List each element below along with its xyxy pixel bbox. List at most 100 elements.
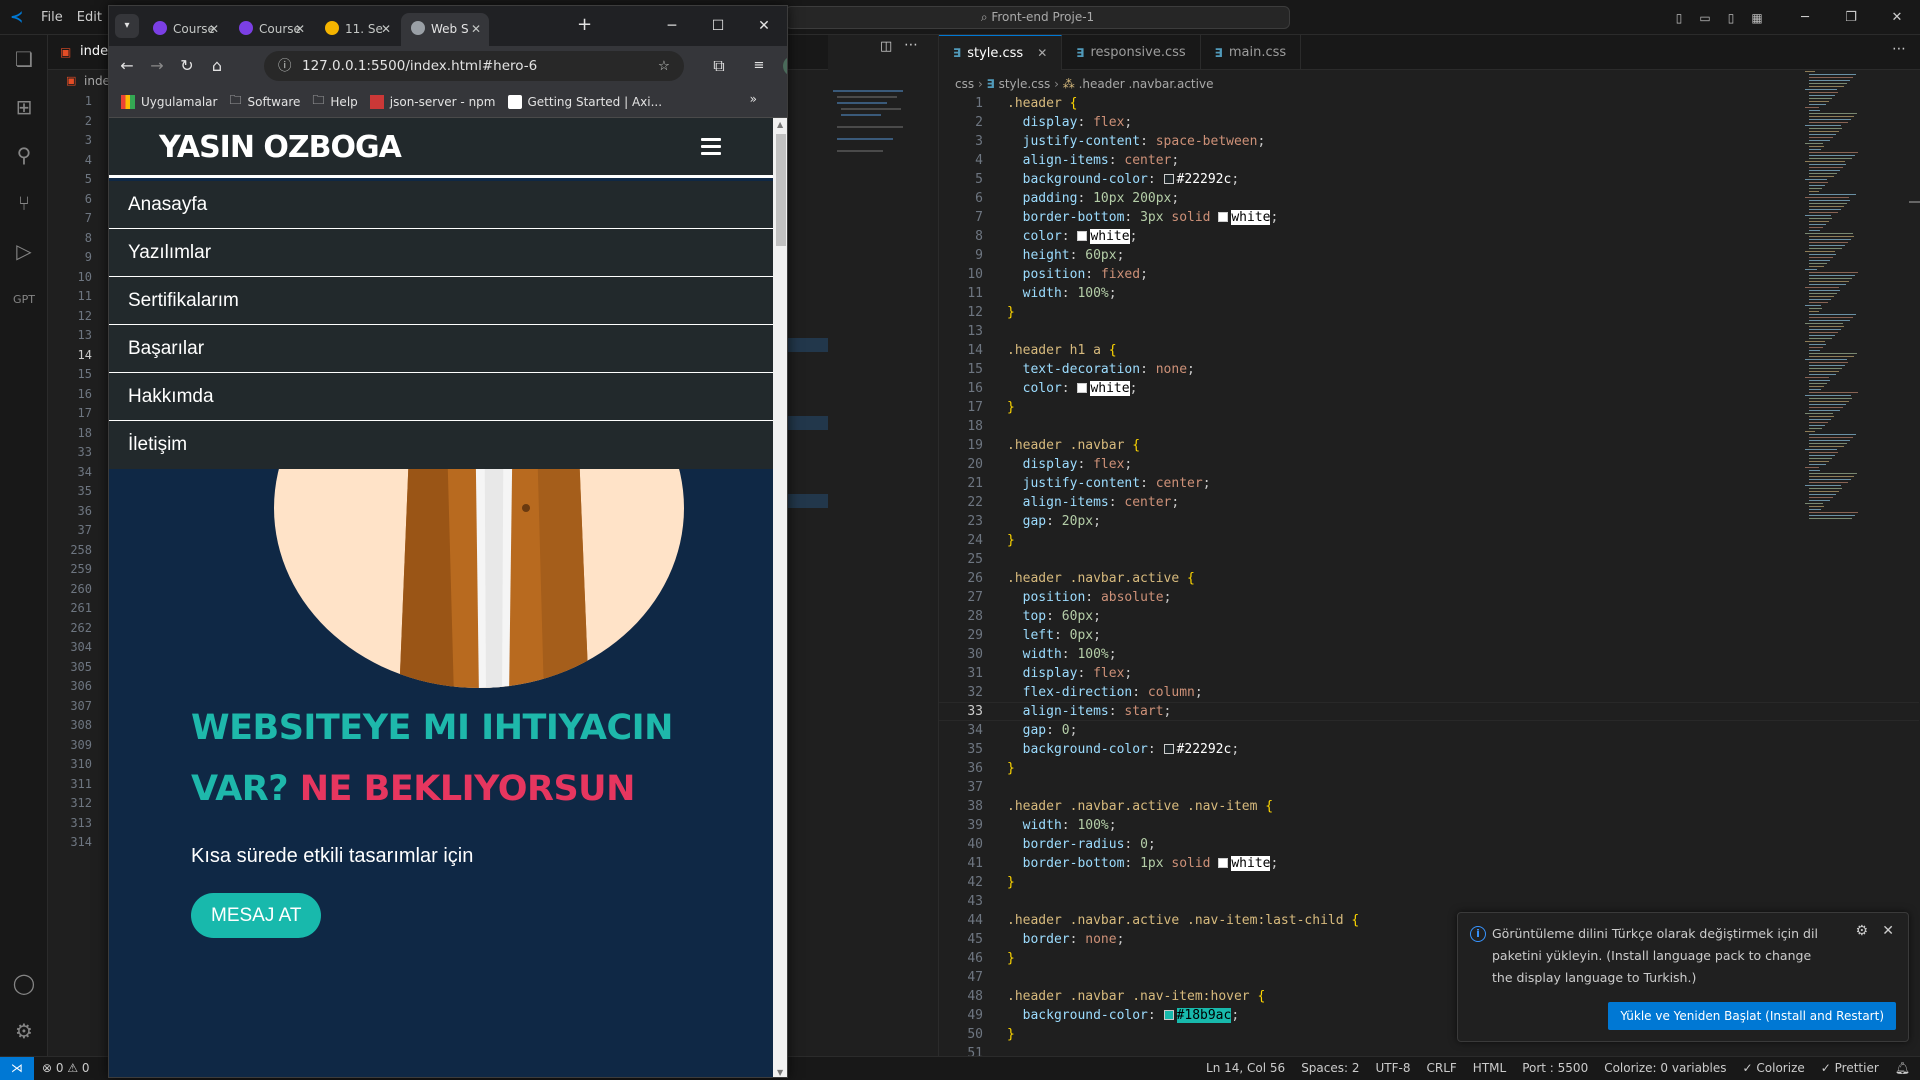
code-line[interactable]: 1 .header { [939, 94, 1919, 113]
status-item[interactable]: UTF-8 [1376, 1057, 1411, 1080]
browser-maximize-icon[interactable]: ☐ [695, 6, 741, 46]
color-swatch[interactable] [1077, 231, 1088, 241]
code-line[interactable]: 4 align-items: center; [939, 151, 1919, 170]
toggle-panel-icon[interactable]: ▭ [1692, 11, 1718, 25]
code-line[interactable]: 20 display: flex; [939, 455, 1919, 474]
notification-close-icon[interactable]: ✕ [1882, 923, 1894, 939]
browser-tab[interactable]: Course ✕ [229, 13, 313, 46]
profile-avatar[interactable] [783, 56, 787, 76]
status-item[interactable]: HTML [1473, 1057, 1506, 1080]
code-line[interactable]: 29 left: 0px; [939, 626, 1919, 645]
code-line[interactable]: 35 background-color: #22292c; [939, 740, 1919, 759]
nav-item-iletisim[interactable]: İletişim [109, 421, 773, 469]
status-item[interactable]: Ln 14, Col 56 [1206, 1057, 1285, 1080]
bookmark-software[interactable]: 🗀 Software [229, 91, 300, 112]
code-line[interactable]: 2 display: flex; [939, 113, 1919, 132]
code-line[interactable]: 32 flex-direction: column; [939, 683, 1919, 702]
page-scrollbar[interactable]: ▲ ▼ [773, 118, 787, 1077]
settings-gear-icon[interactable]: ⚙ [0, 1007, 48, 1055]
close-tab-icon[interactable]: ✕ [209, 13, 219, 46]
close-tab-icon[interactable]: ✕ [471, 13, 481, 46]
menu-file[interactable]: File [34, 0, 70, 35]
toggle-secondary-sidebar-icon[interactable]: ▯ [1718, 11, 1744, 25]
media-control-icon[interactable]: ≡ [745, 46, 773, 86]
bookmark-json-server[interactable]: json-server - npm [369, 94, 496, 109]
code-line[interactable]: 30 width: 100%; [939, 645, 1919, 664]
back-icon[interactable]: ← [113, 46, 141, 86]
close-tab-icon[interactable]: ✕ [295, 13, 305, 46]
code-line[interactable]: 34 gap: 0; [939, 721, 1919, 740]
more-bookmarks-icon[interactable]: » [750, 92, 757, 106]
breadcrumb-file[interactable]: style.css [999, 77, 1051, 91]
extensions-puzzle-icon[interactable]: ⧉ [705, 46, 733, 86]
code-line[interactable]: 19 .header .navbar { [939, 436, 1919, 455]
status-item[interactable]: Spaces: 2 [1301, 1057, 1359, 1080]
address-bar[interactable]: ⓘ 127.0.0.1:5500/index.html#hero-6 ☆ [264, 51, 684, 81]
close-icon[interactable]: ✕ [1874, 0, 1920, 35]
code-line[interactable]: 41 border-bottom: 1px solid white; [939, 854, 1919, 873]
account-icon[interactable]: ◯ [0, 959, 48, 1007]
explorer-icon[interactable]: ❏ [0, 35, 48, 83]
code-line[interactable]: 23 gap: 20px; [939, 512, 1919, 531]
problems-count[interactable]: ⊗ 0 ⚠ 0 [42, 1057, 90, 1080]
reload-icon[interactable]: ↻ [173, 46, 201, 86]
code-line[interactable]: 25 [939, 550, 1919, 569]
editor-more-icon[interactable]: ⋯ [1892, 41, 1906, 57]
breadcrumb-symbol[interactable]: .header .navbar.active [1079, 77, 1214, 91]
close-tab-icon[interactable]: ✕ [1037, 46, 1047, 60]
color-swatch[interactable] [1163, 744, 1174, 754]
color-swatch[interactable] [1077, 383, 1088, 393]
code-line[interactable]: 42} [939, 873, 1919, 892]
code-line[interactable]: 36} [939, 759, 1919, 778]
browser-close-icon[interactable]: ✕ [741, 6, 787, 46]
restore-icon[interactable]: ❐ [1828, 0, 1874, 35]
color-swatch[interactable] [1163, 174, 1174, 184]
status-item[interactable]: ✓ Colorize [1743, 1057, 1805, 1080]
code-line[interactable]: 6 padding: 10px 200px; [939, 189, 1919, 208]
code-line[interactable]: 28 top: 60px; [939, 607, 1919, 626]
code-line[interactable]: 10 position: fixed; [939, 265, 1919, 284]
code-line[interactable]: 14 .header h1 a { [939, 341, 1919, 360]
code-line[interactable]: 12} [939, 303, 1919, 322]
notification-settings-icon[interactable]: ⚙ [1855, 923, 1868, 939]
split-editor-icon[interactable]: ◫ [880, 39, 892, 54]
color-swatch[interactable] [1218, 858, 1229, 868]
browser-tab[interactable]: Course ✕ [143, 13, 227, 46]
code-line[interactable]: 17} [939, 398, 1919, 417]
notifications-bell-icon[interactable]: 🔔︎ [1895, 1057, 1910, 1080]
run-debug-icon[interactable]: ▷ [0, 227, 48, 275]
more-actions-icon[interactable]: ⋯ [904, 37, 918, 53]
code-line[interactable]: 24} [939, 531, 1919, 550]
nav-item-yazilimlar[interactable]: Yazılımlar [109, 229, 773, 277]
hamburger-menu-icon[interactable] [701, 138, 721, 155]
nav-item-hakkimda[interactable]: Hakkımda [109, 373, 773, 421]
editor-tab[interactable]: ∃ main.css [1201, 35, 1302, 70]
right-minimap[interactable] [1805, 71, 1885, 531]
code-line[interactable]: 7 border-bottom: 3px solid white; [939, 208, 1919, 227]
code-line[interactable]: 26 .header .navbar.active { [939, 569, 1919, 588]
code-line[interactable]: 13 [939, 322, 1919, 341]
code-line[interactable]: 8 color: white; [939, 227, 1919, 246]
browser-tab[interactable]: Web S ✕ [401, 13, 489, 46]
code-line[interactable]: 39 width: 100%; [939, 816, 1919, 835]
code-line[interactable]: 31 display: flex; [939, 664, 1919, 683]
code-line[interactable]: 43 [939, 892, 1919, 911]
breadcrumb-folder[interactable]: css [955, 77, 974, 91]
editor-tab[interactable]: ∃ responsive.css [1062, 35, 1201, 70]
status-item[interactable]: ✓ Prettier [1821, 1057, 1879, 1080]
tab-search-icon[interactable]: ▾ [115, 14, 139, 38]
nav-item-sertifikalarim[interactable]: Sertifikalarım [109, 277, 773, 325]
bookmark-help[interactable]: 🗀 Help [312, 91, 357, 112]
command-center[interactable]: ⌕ Front-end Proje-1 [785, 6, 1290, 29]
code-line[interactable]: 22 align-items: center; [939, 493, 1919, 512]
code-line[interactable]: 27 position: absolute; [939, 588, 1919, 607]
code-line[interactable]: 40 border-radius: 0; [939, 835, 1919, 854]
code-line[interactable]: 16 color: white; [939, 379, 1919, 398]
forward-icon[interactable]: → [143, 46, 171, 86]
bookmark-star-icon[interactable]: ☆ [658, 51, 670, 81]
extensions-icon[interactable]: ⊞ [0, 83, 48, 131]
scroll-down-icon[interactable]: ▼ [777, 1068, 783, 1077]
scroll-up-icon[interactable]: ▲ [777, 120, 783, 129]
scrollbar-thumb[interactable] [776, 134, 786, 246]
site-info-icon[interactable]: ⓘ [278, 51, 292, 81]
